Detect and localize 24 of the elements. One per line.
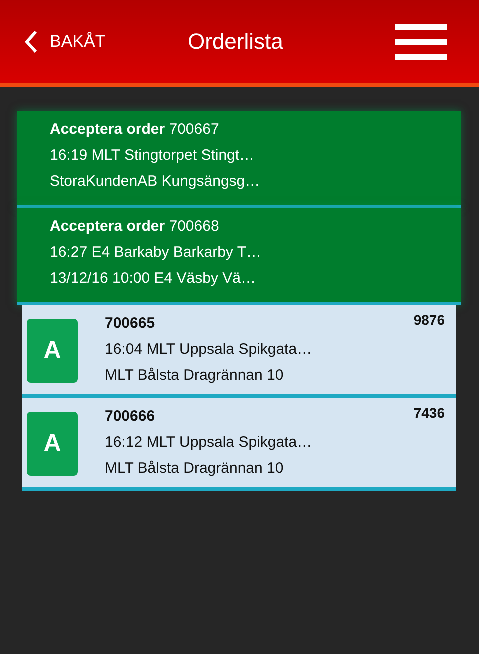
order-card[interactable]: A 700665 16:04 MLT Uppsala Spikgata… MLT Bålsta Dragrännan 10 9876 <box>22 305 456 398</box>
order-address: MLT Bålsta Dragrännan 10 <box>105 367 285 384</box>
order-code: 7436 <box>414 405 445 421</box>
order-card[interactable]: A 700666 16:12 MLT Uppsala Spikgata… MLT Bålsta Dragrännan 10 7436 <box>22 398 456 491</box>
order-request-card[interactable]: Acceptera order 700668 16:27 E4 Barkaby Barkarby T… 13/12/16 10:00 E4 Väsby Vä… <box>17 208 461 305</box>
order-number: 700665 <box>105 315 156 332</box>
chevron-left-icon <box>24 30 38 54</box>
order-request-card[interactable]: Acceptera order 700667 16:19 MLT Stingtorpet Stingt… StoraKundenAB Kungsängsg… <box>17 111 461 208</box>
order-address: StoraKundenAB Kungsängsg… <box>50 173 262 191</box>
order-address: MLT Bålsta Dragrännan 10 <box>105 460 285 477</box>
order-route: 16:19 MLT Stingtorpet Stingt… <box>50 147 256 165</box>
order-code: 9876 <box>414 312 445 328</box>
order-heading: Acceptera order 700668 <box>50 218 220 236</box>
back-button[interactable]: BAKÅT <box>24 30 106 54</box>
order-address: 13/12/16 10:00 E4 Väsby Vä… <box>50 270 257 288</box>
order-route: 16:12 MLT Uppsala Spikgata… <box>105 434 314 451</box>
status-badge: A <box>27 412 78 476</box>
menu-icon[interactable] <box>395 24 447 60</box>
order-number: 700666 <box>105 408 156 425</box>
status-badge: A <box>27 319 78 383</box>
order-route: 16:27 E4 Barkaby Barkarby T… <box>50 244 262 262</box>
page-title: Orderlista <box>188 28 284 54</box>
order-route: 16:04 MLT Uppsala Spikgata… <box>105 341 314 358</box>
order-heading: Acceptera order 700667 <box>50 121 220 139</box>
